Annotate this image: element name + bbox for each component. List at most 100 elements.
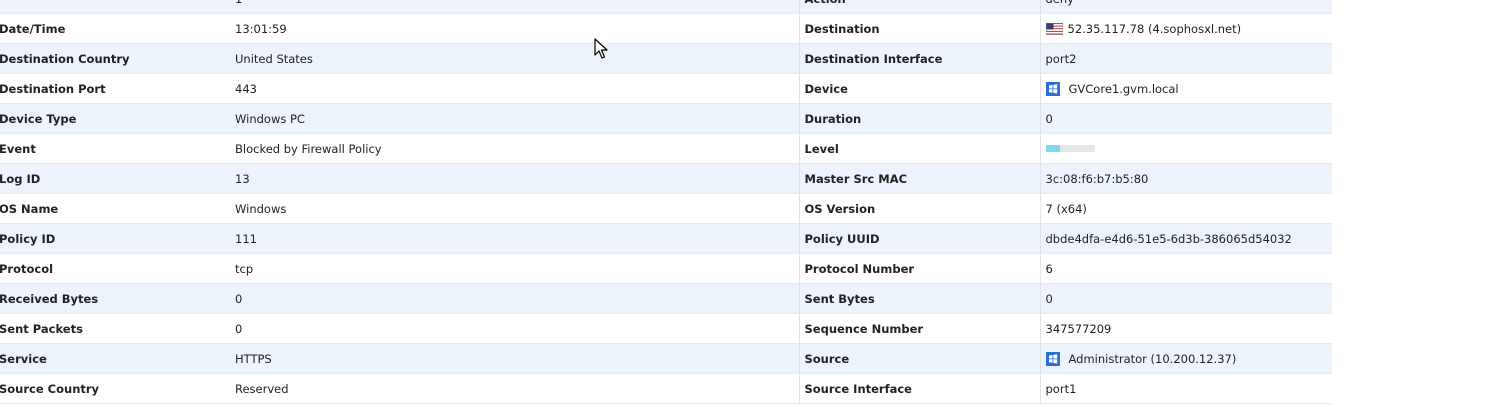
table-row: Policy ID 111 Policy UUID dbde4dfa-e4d6-51e… [0, 223, 1332, 254]
field-value: deny [1039, 0, 1332, 14]
field-value-text: 443 [235, 81, 257, 96]
field-label: Source Country [0, 373, 230, 404]
field-label: Sequence Number [798, 313, 1040, 344]
log-details-table: 1 Action deny Date/Time 13:01:59 Destination 5… [0, 0, 1332, 404]
field-label-text: Sent Packets [0, 321, 83, 336]
table-row: Event Blocked by Firewall Policy Level [0, 133, 1332, 164]
field-label-text: OS Name [0, 201, 59, 216]
field-value-text: 6 [1045, 261, 1053, 276]
field-value: 6 [1039, 253, 1332, 284]
table-row: Destination Country United States Destinat… [0, 43, 1332, 74]
field-label-text: Event [0, 141, 36, 156]
field-label-text: Device [804, 81, 848, 96]
windows-icon [1045, 351, 1060, 366]
field-label-text: Destination Country [0, 51, 130, 66]
field-value [1039, 133, 1332, 164]
field-label-text: Source [804, 351, 850, 366]
field-value: Windows PC [230, 103, 799, 134]
field-value: GVCore1.gvm.local [1039, 73, 1332, 104]
field-value: Administrator (10.200.12.37) [1039, 343, 1332, 374]
field-label: Source [798, 343, 1040, 374]
field-value: United States [230, 43, 799, 74]
field-label-text: Action [805, 0, 846, 6]
field-value: Reserved [230, 373, 799, 404]
level-segment-filled [1045, 144, 1053, 152]
us-flag-icon [1045, 22, 1063, 35]
table-row: Device Type Windows PC Duration 0 [0, 103, 1332, 134]
field-value-text: port1 [1045, 381, 1077, 396]
field-value-text: 347577209 [1045, 321, 1112, 336]
field-value: 443 [230, 73, 799, 104]
field-label-text: OS Version [804, 201, 876, 216]
field-value: 0 [230, 313, 799, 344]
field-label-text: Log ID [0, 171, 41, 186]
field-value-text: 0 [235, 321, 243, 336]
field-value-text: dbde4dfa-e4d6-51e5-6d3b-386065d54032 [1045, 231, 1292, 246]
field-label: Device Type [0, 103, 230, 134]
field-value: port1 [1039, 373, 1332, 404]
field-label-text: Policy ID [0, 231, 56, 246]
level-segment-empty [1080, 144, 1088, 152]
field-label-text: Destination [804, 21, 880, 36]
field-value: 111 [230, 223, 799, 254]
table-row: Service HTTPS Source Administrator (10.200.… [0, 343, 1332, 374]
field-value: 52.35.117.78 (4.sophosxl.net) [1039, 13, 1332, 44]
field-value-text: 7 (x64) [1045, 201, 1087, 216]
field-label: Sent Packets [0, 313, 230, 344]
field-value: dbde4dfa-e4d6-51e5-6d3b-386065d54032 [1039, 223, 1332, 254]
field-value-text: port2 [1045, 51, 1077, 66]
field-value-text: 52.35.117.78 (4.sophosxl.net) [1067, 21, 1242, 36]
field-value-text: 3c:08:f6:b7:b5:80 [1045, 171, 1149, 186]
field-label-text: Protocol Number [804, 261, 915, 276]
field-label: Protocol Number [798, 253, 1040, 284]
field-label: Protocol [0, 253, 230, 284]
field-value-text: 13 [235, 171, 250, 186]
field-value-text: 13:01:59 [235, 21, 287, 36]
field-value: port2 [1039, 43, 1332, 74]
field-value: 1 [230, 0, 799, 14]
field-label-text: Protocol [0, 261, 54, 276]
field-value: 0 [1039, 103, 1332, 134]
field-label [0, 0, 230, 14]
field-label: Service [0, 343, 230, 374]
field-label: Master Src MAC [798, 163, 1040, 194]
field-label-text: Source Interface [804, 381, 912, 396]
windows-icon [1045, 81, 1060, 96]
field-label: Log ID [0, 163, 230, 194]
field-value: 0 [230, 283, 799, 314]
field-value: 0 [1039, 283, 1332, 314]
field-label-text: Policy UUID [804, 231, 880, 246]
field-label: OS Name [0, 193, 230, 224]
field-value: 347577209 [1039, 313, 1332, 344]
level-segment-empty [1073, 144, 1081, 152]
field-label: Device [798, 73, 1040, 104]
table-row: Source Country Reserved Source Interface po… [0, 373, 1332, 404]
table-row: Destination Port 443 Device GVCore1.gvm.loc… [0, 73, 1332, 104]
table-row: Date/Time 13:01:59 Destination 52.35.117.78… [0, 13, 1332, 44]
field-value-text: 0 [1045, 111, 1053, 126]
field-value: Blocked by Firewall Policy [230, 133, 799, 164]
field-value: 13 [230, 163, 799, 194]
field-value-text: United States [235, 51, 313, 66]
field-value-text: 0 [1045, 291, 1053, 306]
field-label-text: Destination Interface [804, 51, 943, 66]
field-value-text: 0 [235, 291, 243, 306]
mouse-cursor-icon [594, 38, 608, 59]
field-label: Policy UUID [798, 223, 1040, 254]
field-value-text: Blocked by Firewall Policy [235, 141, 382, 156]
table-row: Sent Packets 0 Sequence Number 347577209 [0, 313, 1332, 344]
field-label-text: Sequence Number [804, 321, 924, 336]
field-label-text: Source Country [0, 381, 100, 396]
log-details-body: 1 Action deny Date/Time 13:01:59 Destination 5… [0, 0, 1332, 404]
field-value-text: 111 [235, 231, 257, 246]
field-label-text: Sent Bytes [804, 291, 875, 306]
field-label: Received Bytes [0, 283, 230, 314]
field-label: Destination Interface [798, 43, 1040, 74]
field-label-text: Date/Time [0, 21, 66, 36]
field-label: Event [0, 133, 230, 164]
field-value: 3c:08:f6:b7:b5:80 [1039, 163, 1332, 194]
field-label: Source Interface [798, 373, 1040, 404]
table-row: OS Name Windows OS Version 7 (x64) [0, 193, 1332, 224]
field-label-text: Device Type [0, 111, 77, 126]
level-segment-filled [1052, 144, 1060, 152]
